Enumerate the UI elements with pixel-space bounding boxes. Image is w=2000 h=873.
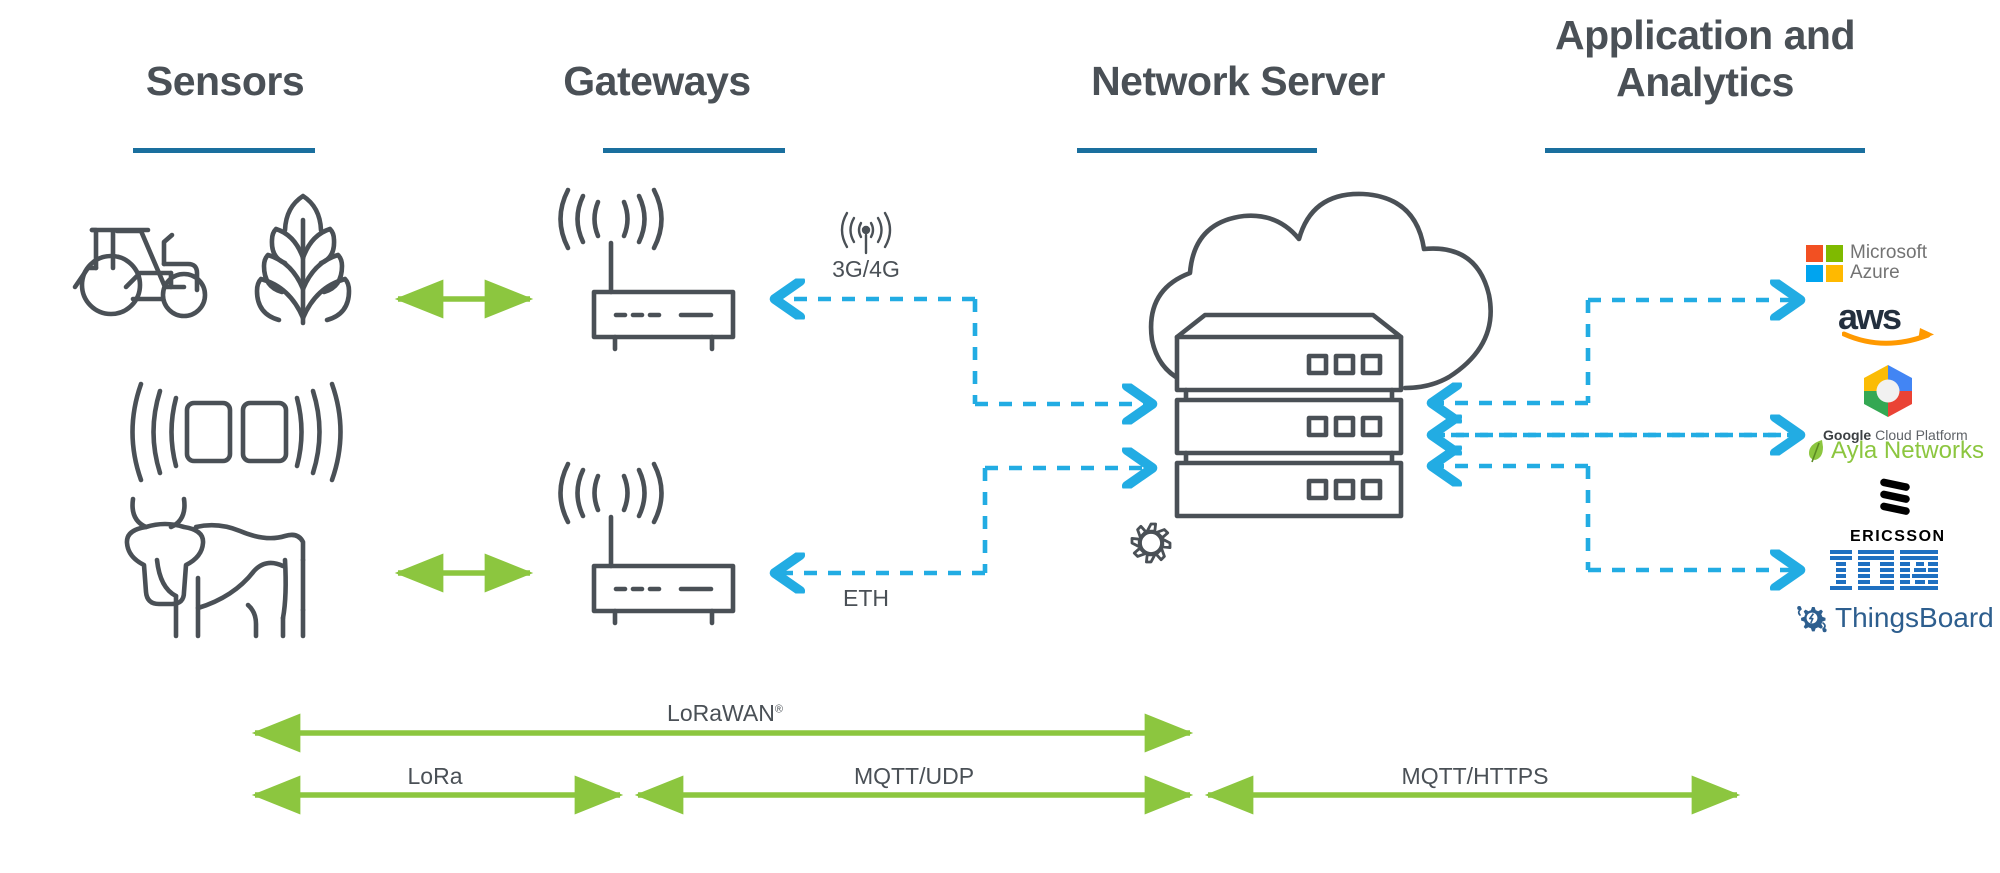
aws-swoosh-icon <box>1842 328 1934 346</box>
protocol-label-mqtt-udp-text: MQTT/UDP <box>853 763 975 789</box>
server-rack-icon <box>1174 312 1404 519</box>
logo-google-cloud-platform[interactable]: Google Cloud Platform <box>1823 362 1968 443</box>
ayla-wordmark: Ayla Networks <box>1831 437 1984 464</box>
azure-line2: Azure <box>1850 262 1900 283</box>
ayla-leaf-icon <box>1809 440 1823 463</box>
cell-tower-icon <box>840 211 892 255</box>
logo-ibm[interactable] <box>1828 548 1940 597</box>
thingsboard-wordmark: ThingsBoard <box>1835 602 1994 633</box>
wheat-icon <box>254 193 352 326</box>
protocol-label-mqtt-https-text: MQTT/HTTPS <box>1401 763 1549 789</box>
gateway-router-icon <box>558 461 736 626</box>
logo-microsoft-azure[interactable]: Microsoft Azure <box>1806 243 1927 283</box>
protocol-label-lora: LoRa <box>355 763 515 790</box>
wireless-sensor-icon <box>130 381 343 483</box>
logo-ayla-networks[interactable]: Ayla Networks <box>1806 437 1984 465</box>
label-3g4g: 3G/4G <box>806 256 926 283</box>
diagram-graphics <box>72 187 2000 815</box>
azure-line1: Microsoft <box>1850 242 1928 263</box>
azure-wordmark: Microsoft Azure <box>1850 243 1927 283</box>
logo-thingsboard[interactable]: ThingsBoard <box>1795 601 1994 635</box>
protocol-label-lorawan: LoRaWAN® <box>600 700 850 727</box>
logo-aws[interactable]: aws <box>1838 299 1938 346</box>
trademark-symbol: ® <box>774 703 783 716</box>
ericsson-bars-icon <box>1880 478 1910 515</box>
gateway-router-icon <box>558 187 736 352</box>
ibm-wordmark-icon <box>1830 550 1938 590</box>
label-eth: ETH <box>806 585 926 612</box>
azure-squares-icon <box>1806 244 1843 282</box>
cow-icon <box>124 496 306 639</box>
protocol-label-lorawan-text: LoRaWAN <box>667 700 775 726</box>
label-eth-text: ETH <box>843 585 889 611</box>
tractor-icon <box>72 227 208 319</box>
protocol-label-lora-text: LoRa <box>407 763 463 789</box>
protocol-label-mqtt-https: MQTT/HTTPS <box>1375 763 1575 790</box>
ericsson-wordmark: ERICSSON <box>1850 528 1946 545</box>
thingsboard-gear-icon <box>1797 606 1827 633</box>
label-3g4g-text: 3G/4G <box>832 256 900 282</box>
gear-icon <box>1130 522 1172 564</box>
protocol-label-mqtt-udp: MQTT/UDP <box>824 763 1004 790</box>
diagram-canvas: Sensors Gateways Network Server Applicat… <box>0 0 2000 873</box>
logo-ericsson[interactable]: ERICSSON <box>1850 478 1946 546</box>
gcp-hexagon-icon <box>1864 365 1912 417</box>
